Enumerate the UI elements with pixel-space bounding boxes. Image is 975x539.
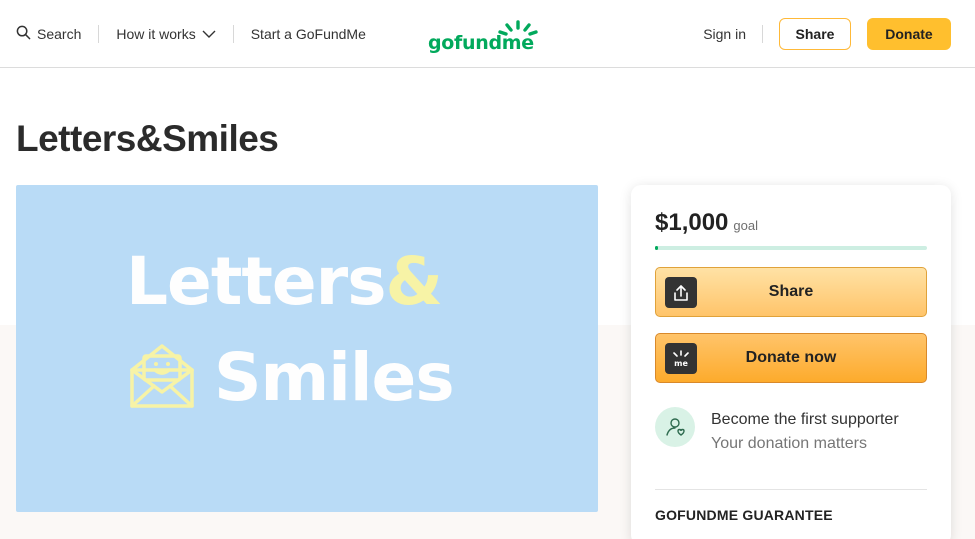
card-share-button[interactable]: Share xyxy=(655,267,927,317)
progress-bar xyxy=(655,246,927,250)
search-icon xyxy=(16,25,31,43)
header-nav-right: Sign in Share Donate xyxy=(703,0,951,68)
nav-divider xyxy=(232,25,234,43)
sign-in-link[interactable]: Sign in xyxy=(703,26,746,42)
search-link[interactable]: Search xyxy=(16,25,81,43)
user-heart-icon xyxy=(655,407,695,447)
gofundme-guarantee-heading[interactable]: GOFUNDME GUARANTEE xyxy=(655,507,833,523)
logo-sun-icon xyxy=(498,20,538,36)
supporter-subtitle: Your donation matters xyxy=(711,435,867,452)
hero-ampersand: & xyxy=(385,243,444,320)
start-gofundme-label: Start a GoFundMe xyxy=(250,26,366,42)
logo-wordmark: gofundme xyxy=(428,32,534,54)
header-nav-left: Search How it works Start a GoFundMe xyxy=(16,0,366,68)
start-gofundme-link[interactable]: Start a GoFundMe xyxy=(251,26,366,42)
nav-divider xyxy=(98,25,100,43)
hero-text-line2: Smiles xyxy=(214,339,455,416)
gofundme-logo[interactable]: gofundme xyxy=(428,18,540,56)
hero-word-letters: Letters xyxy=(126,243,387,320)
nav-divider xyxy=(762,25,763,43)
gofundme-me-icon: me xyxy=(665,343,697,374)
how-it-works-menu[interactable]: How it works xyxy=(116,26,216,42)
search-label: Search xyxy=(37,26,82,42)
card-divider xyxy=(655,489,927,490)
chevron-down-icon xyxy=(202,26,216,42)
hero-text-line1: Letters& xyxy=(126,249,443,315)
campaign-hero-image[interactable]: Letters& Smiles xyxy=(16,185,598,512)
campaign-title: Letters&Smiles xyxy=(16,118,279,159)
site-header: Search How it works Start a GoFundMe gof… xyxy=(0,0,975,68)
share-upload-icon xyxy=(665,277,697,308)
donate-now-button[interactable]: me Donate now xyxy=(655,333,927,383)
card-share-label: Share xyxy=(768,283,814,300)
first-supporter-block: Become the first supporter Your donation… xyxy=(655,407,899,453)
envelope-smile-icon xyxy=(128,340,196,417)
goal-amount: $1,000 xyxy=(655,209,729,236)
donation-card: $1,000 goal Share me Donate now Become t… xyxy=(631,185,951,539)
donate-icon-text: me xyxy=(674,359,688,368)
supporter-title: Become the first supporter xyxy=(711,411,899,428)
progress-fill xyxy=(655,246,658,250)
header-donate-button[interactable]: Donate xyxy=(867,18,951,50)
how-it-works-label: How it works xyxy=(116,26,196,42)
goal-row: $1,000 goal xyxy=(655,209,758,237)
donate-now-label: Donate now xyxy=(745,349,837,366)
supporter-text: Become the first supporter Your donation… xyxy=(711,411,899,453)
goal-label: goal xyxy=(733,218,758,233)
header-share-button[interactable]: Share xyxy=(779,18,851,50)
